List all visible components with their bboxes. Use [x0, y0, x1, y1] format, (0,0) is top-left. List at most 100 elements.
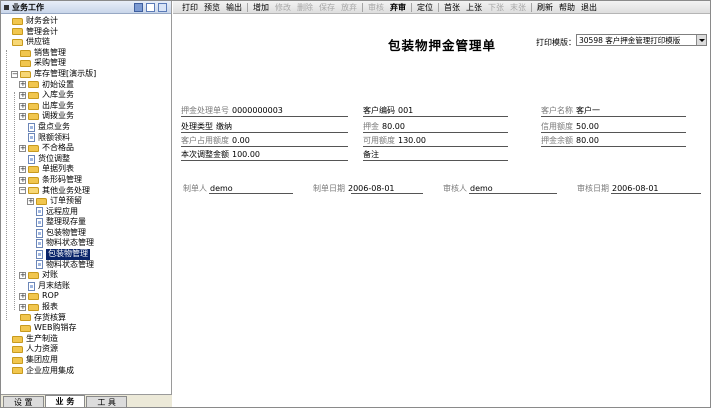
- tree-node[interactable]: 盘点业务: [1, 122, 172, 133]
- expand-icon[interactable]: +: [19, 272, 26, 280]
- settings-icon[interactable]: [158, 2, 167, 12]
- field-value[interactable]: 80.00: [382, 122, 405, 131]
- tree-node[interactable]: WEB购销存: [1, 323, 172, 334]
- expand-icon[interactable]: +: [19, 303, 26, 311]
- toolbar-separator: [247, 2, 248, 12]
- toolbar-button[interactable]: 弃审: [387, 2, 409, 13]
- document-icon: [28, 133, 35, 143]
- tab-business[interactable]: 业 务: [44, 395, 86, 407]
- tree-node[interactable]: + 条形码管理: [1, 175, 172, 186]
- tree-node[interactable]: 物料状态管理: [1, 238, 172, 249]
- field-value[interactable]: 2006-08-01: [348, 184, 395, 193]
- folder-open-icon: [28, 187, 39, 195]
- field-deposit-balance: 押金余额 80.00: [541, 135, 599, 146]
- field-value[interactable]: 客户一: [576, 106, 600, 115]
- collapse-icon[interactable]: −: [11, 70, 18, 78]
- tree-node[interactable]: + 入库业务: [1, 90, 172, 101]
- tree-node[interactable]: 货位调整: [1, 154, 172, 165]
- toolbar-button[interactable]: 退出: [578, 2, 600, 13]
- field-value[interactable]: 80.00: [576, 136, 599, 145]
- tree-node[interactable]: 限额领料: [1, 133, 172, 144]
- tree-node-label: 物料状态管理: [46, 238, 94, 248]
- field-value[interactable]: 0.00: [232, 136, 250, 145]
- toolbar-button[interactable]: 末张: [507, 2, 529, 13]
- field-underline: [209, 193, 293, 194]
- toolbar-button[interactable]: 放弃: [338, 2, 360, 13]
- tree-node[interactable]: − 其他业务处理: [1, 186, 172, 197]
- field-value[interactable]: demo: [210, 184, 233, 193]
- tree-node[interactable]: + 不合格品: [1, 143, 172, 154]
- field-credit-limit: 信用额度 50.00: [541, 121, 599, 132]
- folder-icon: [36, 197, 47, 205]
- toolbar-button[interactable]: 下张: [485, 2, 507, 13]
- toolbar-button[interactable]: 输出: [223, 2, 245, 13]
- toolbar-button[interactable]: 打印: [179, 2, 201, 13]
- field-value[interactable]: 0000000003: [232, 106, 283, 115]
- tree-node[interactable]: 管理会计: [1, 27, 172, 38]
- tree-node[interactable]: + 单据列表: [1, 164, 172, 175]
- tree-node[interactable]: + 调拨业务: [1, 111, 172, 122]
- field-underline: [541, 132, 686, 133]
- expand-icon[interactable]: +: [19, 102, 26, 110]
- tree-node[interactable]: 物料状态管理: [1, 260, 172, 271]
- toolbar-button[interactable]: 首张: [441, 2, 463, 13]
- tree-node[interactable]: 人力资源: [1, 344, 172, 355]
- tree-node[interactable]: + 报表: [1, 302, 172, 313]
- tree-node-label: 条形码管理: [42, 174, 82, 184]
- expand-icon[interactable]: +: [19, 91, 26, 99]
- print-template-select[interactable]: 30598 客户押金管理打印模版: [576, 34, 707, 46]
- tree-node[interactable]: + 对账: [1, 270, 172, 281]
- toolbar-button[interactable]: 审核: [365, 2, 387, 13]
- expand-icon[interactable]: +: [19, 293, 26, 301]
- tree-node[interactable]: 生产制造: [1, 334, 172, 345]
- field-value[interactable]: 缴纳: [216, 122, 232, 131]
- toolbar-button[interactable]: 删除: [294, 2, 316, 13]
- tree-node[interactable]: + 出库业务: [1, 101, 172, 112]
- tree-node[interactable]: 财务会计: [1, 16, 172, 27]
- expand-icon[interactable]: +: [19, 176, 26, 184]
- expand-icon[interactable]: +: [19, 166, 26, 174]
- field-value[interactable]: 2006-08-01: [612, 184, 659, 193]
- tree-node[interactable]: 整理现存量: [1, 217, 172, 228]
- toolbar-button[interactable]: 保存: [316, 2, 338, 13]
- field-value[interactable]: 001: [398, 106, 413, 115]
- toolbar-button[interactable]: 修改: [272, 2, 294, 13]
- expand-icon[interactable]: +: [19, 113, 26, 121]
- field-value[interactable]: demo: [470, 184, 493, 193]
- tab-settings[interactable]: 设 置: [3, 396, 44, 407]
- field-value[interactable]: 130.00: [398, 136, 426, 145]
- tree-node[interactable]: 企业应用集成: [1, 366, 172, 377]
- toolbar-button[interactable]: 刷新: [534, 2, 556, 13]
- toolbar-button[interactable]: 增加: [250, 2, 272, 13]
- collapse-icon[interactable]: −: [19, 187, 26, 195]
- toolbar-button[interactable]: 定位: [414, 2, 436, 13]
- tree-node[interactable]: + ROP: [1, 291, 172, 302]
- tree-node-label: 销售管理: [34, 47, 66, 57]
- tree-node[interactable]: + 初始设置: [1, 80, 172, 91]
- dropdown-arrow-icon[interactable]: [696, 35, 706, 45]
- toolbar-button[interactable]: 帮助: [556, 2, 578, 13]
- tree-node[interactable]: 销售管理: [1, 48, 172, 59]
- tree-node-label: 限额领料: [38, 132, 70, 142]
- refresh-icon[interactable]: [146, 2, 155, 12]
- tree-node[interactable]: 包装物管理: [1, 249, 172, 260]
- save-icon[interactable]: [134, 2, 143, 12]
- tree-node[interactable]: 采购管理: [1, 58, 172, 69]
- tree-node[interactable]: 供应链: [1, 37, 172, 48]
- tree-node[interactable]: + 订单预留: [1, 196, 172, 207]
- tree-node[interactable]: 远程应用: [1, 207, 172, 218]
- tree-node[interactable]: 包装物管理: [1, 228, 172, 239]
- field-value[interactable]: 100.00: [232, 150, 260, 159]
- tree-node[interactable]: 月末结账: [1, 281, 172, 292]
- field-remark: 备注: [363, 149, 382, 160]
- tree-node[interactable]: − 库存管理[演示版]: [1, 69, 172, 80]
- expand-icon[interactable]: +: [19, 81, 26, 89]
- tab-tools[interactable]: 工 具: [86, 396, 127, 407]
- toolbar-button[interactable]: 预览: [201, 2, 223, 13]
- field-value[interactable]: 50.00: [576, 122, 599, 131]
- expand-icon[interactable]: +: [19, 144, 26, 152]
- tree-node[interactable]: 存货核算: [1, 313, 172, 324]
- expand-icon[interactable]: +: [27, 197, 34, 205]
- tree-node[interactable]: 集团应用: [1, 355, 172, 366]
- toolbar-button[interactable]: 上张: [463, 2, 485, 13]
